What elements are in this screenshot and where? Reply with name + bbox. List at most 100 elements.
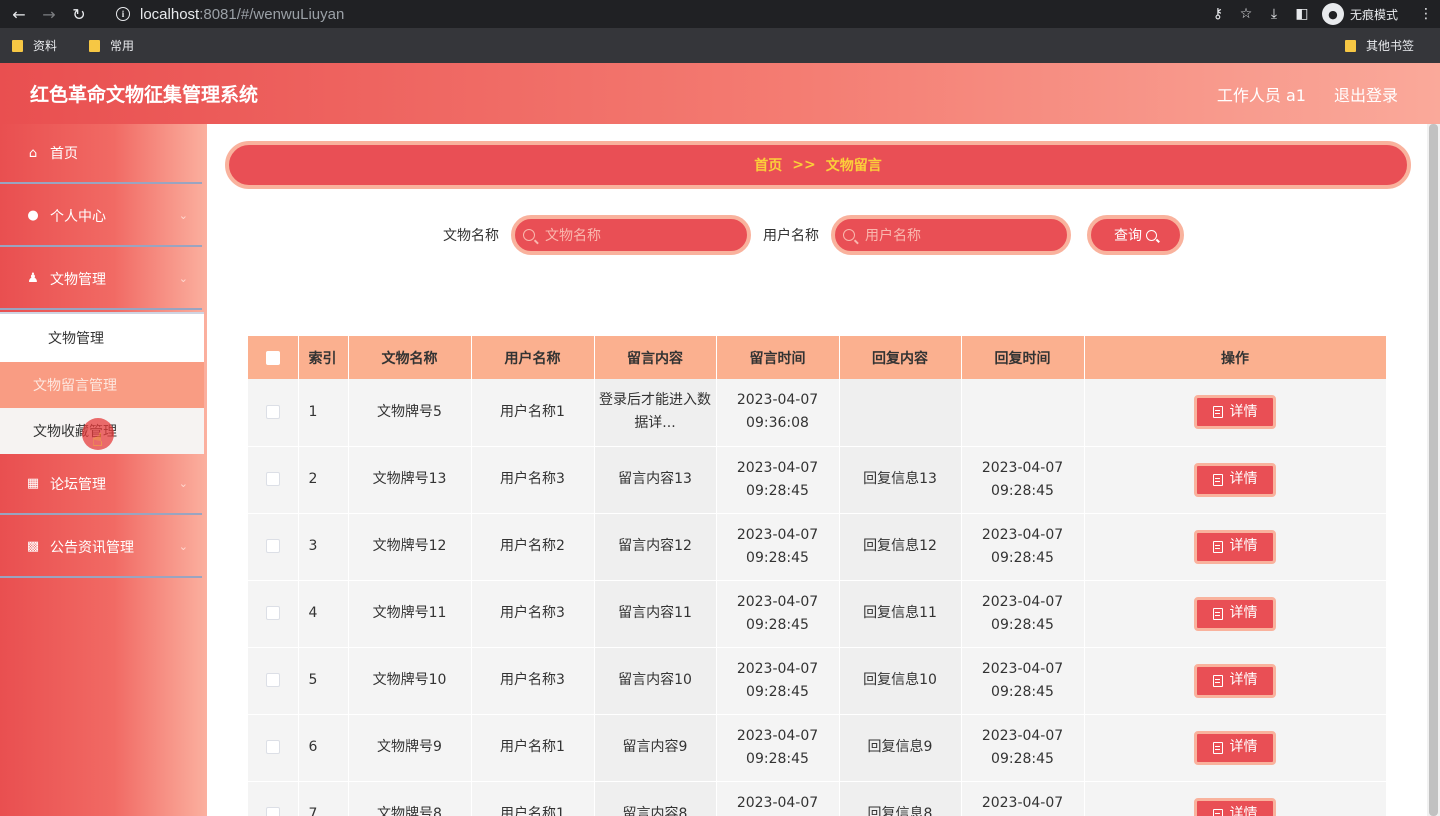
actions-cell: 详情	[1084, 513, 1387, 581]
breadcrumb-current: 文物留言	[825, 158, 882, 174]
search-icon	[523, 229, 535, 241]
browser-toolbar: ← → ↻ i localhost:8081/#/wenwuLiuyan ⚷ ☆…	[0, 0, 1440, 28]
back-icon[interactable]: ←	[8, 3, 30, 25]
relic-name-input[interactable]: 文物名称	[511, 215, 751, 255]
row-checkbox[interactable]	[265, 539, 280, 553]
row-checkbox[interactable]	[265, 472, 280, 486]
sidebar-item-home[interactable]: ⌂ 首页	[0, 124, 202, 184]
cell-reply-time	[961, 379, 1085, 447]
sidebar-item-personal[interactable]: ● 个人中心 ⌄	[0, 186, 202, 247]
detail-button[interactable]: 详情	[1194, 730, 1276, 765]
row-checkbox[interactable]	[265, 740, 280, 754]
row-checkbox[interactable]	[265, 807, 280, 816]
select-all-checkbox[interactable]	[265, 350, 280, 365]
user-icon: ●	[27, 208, 39, 223]
hand-cursor-icon: ☝	[92, 430, 103, 451]
row-checkbox[interactable]	[265, 673, 280, 687]
cell-index: 5	[298, 647, 349, 715]
row-checkbox[interactable]	[265, 606, 280, 620]
column-header: 留言内容	[594, 336, 717, 379]
cell-reply-time: 2023-04-07 09:28:45	[961, 781, 1085, 816]
cell-user-name: 用户名称1	[471, 379, 595, 447]
cell-relic-name: 文物牌号10	[348, 647, 472, 715]
document-icon	[1212, 607, 1223, 620]
row-checkbox[interactable]	[265, 404, 280, 419]
table-row: 1 文物牌号5 用户名称1 登录后才能进入数据详... 2023-04-07 09:36…	[248, 379, 1387, 447]
bookmark-folder[interactable]: 资料	[12, 37, 57, 54]
actions-cell: 详情	[1084, 714, 1387, 782]
table-header: 索引 文物名称 用户名称 留言内容 留言时间 回复内容 回复时间 操作	[248, 336, 1387, 379]
table-row: 7文物牌号8用户名称1留言内容82023-04-07 09:28:45回复信息8…	[248, 781, 1387, 816]
detail-button[interactable]: 详情	[1194, 797, 1276, 816]
other-bookmarks[interactable]: 其他书签	[1344, 37, 1414, 54]
user-name-input[interactable]: 用户名称	[831, 215, 1071, 255]
menu-dots-icon[interactable]: ⋮	[1412, 0, 1440, 28]
logout-link[interactable]: 退出登录	[1334, 82, 1398, 106]
document-icon	[1212, 808, 1223, 816]
cell-reply-time: 2023-04-07 09:28:45	[961, 714, 1085, 782]
incognito-label: 无痕模式	[1349, 7, 1398, 22]
forward-icon[interactable]: →	[38, 3, 60, 25]
cell-relic-name: 文物牌号11	[348, 580, 472, 648]
bookmark-folder[interactable]: 常用	[89, 37, 134, 54]
submenu-item-favorites[interactable]: 文物收藏管理 ☝	[0, 408, 204, 454]
detail-button[interactable]: 详情	[1194, 663, 1276, 698]
actions-cell: 详情	[1084, 647, 1387, 715]
key-icon[interactable]: ⚷	[1204, 0, 1232, 28]
document-icon	[1212, 674, 1223, 687]
bookmarks-bar: 资料 常用 其他书签	[0, 28, 1440, 63]
detail-button[interactable]: 详情	[1194, 395, 1276, 430]
select-cell	[248, 647, 299, 715]
sidebar-item-relics[interactable]: ♟ 文物管理 ⌄	[0, 249, 202, 310]
detail-button[interactable]: 详情	[1194, 529, 1276, 564]
cell-user-name: 用户名称1	[471, 714, 595, 782]
cell-message-content: 登录后才能进入数据详...	[594, 379, 717, 447]
table-row: 4 文物牌号11 用户名称3 留言内容11 2023-04-07 09:28:45 回复信…	[248, 580, 1387, 648]
column-header: 回复时间	[961, 336, 1085, 379]
info-icon[interactable]: i	[116, 7, 130, 21]
cell-message-content: 留言内容11	[594, 580, 717, 648]
sidepanel-icon[interactable]: ◧	[1288, 0, 1316, 28]
search-icon	[843, 229, 855, 241]
actions-cell: 详情	[1084, 580, 1387, 648]
document-icon	[1212, 540, 1223, 553]
cell-reply-time: 2023-04-07 09:28:45	[961, 513, 1085, 581]
messages-table: 索引 文物名称 用户名称 留言内容 留言时间 回复内容 回复时间 操作 1 文物牌…	[248, 336, 1387, 816]
sidebar-item-news[interactable]: ▩ 公告资讯管理 ⌄	[0, 517, 202, 578]
cell-relic-name: 文物牌号5	[348, 379, 472, 447]
download-icon[interactable]: ⤓	[1260, 0, 1288, 28]
reload-icon[interactable]: ↻	[68, 3, 90, 25]
submenu-item-relics[interactable]: 文物管理	[0, 312, 204, 362]
detail-button[interactable]: 详情	[1194, 596, 1276, 631]
cell-relic-name: 文物牌号9	[348, 714, 472, 782]
address-bar[interactable]: i localhost:8081/#/wenwuLiuyan	[104, 2, 1238, 26]
cell-user-name: 用户名称3	[471, 580, 595, 648]
breadcrumb-home[interactable]: 首页	[754, 155, 782, 175]
star-icon[interactable]: ☆	[1232, 0, 1260, 28]
query-button[interactable]: 查询	[1087, 215, 1184, 255]
scrollbar-thumb[interactable]	[1429, 124, 1438, 816]
cell-reply-time: 2023-04-07 09:28:45	[961, 446, 1085, 514]
document-icon	[1212, 741, 1223, 754]
user-name-label: 用户名称	[763, 228, 819, 244]
sidebar-item-forum[interactable]: ▦ 论坛管理 ⌄	[0, 454, 202, 515]
cell-index: 4	[298, 580, 349, 648]
sidebar-item-label: 文物管理	[50, 271, 106, 288]
relic-name-label: 文物名称	[443, 228, 499, 244]
select-cell	[248, 379, 299, 447]
incognito-indicator[interactable]: ● 无痕模式	[1321, 3, 1398, 25]
app-header: 红色革命文物征集管理系统 工作人员 a1 退出登录	[0, 63, 1440, 124]
chevron-down-icon: ⌄	[178, 477, 188, 490]
select-cell	[248, 513, 299, 581]
cell-relic-name: 文物牌号13	[348, 446, 472, 514]
column-header: 用户名称	[471, 336, 595, 379]
table-row: 5 文物牌号10 用户名称3 留言内容10 2023-04-07 09:28:45 回复信…	[248, 647, 1387, 715]
cell-reply-content	[839, 379, 962, 447]
cell-index: 2	[298, 446, 349, 514]
sidebar-item-label: 公告资讯管理	[50, 539, 134, 556]
column-header: 操作	[1084, 336, 1387, 379]
select-cell	[248, 714, 299, 782]
current-user: 工作人员 a1	[1216, 85, 1306, 105]
detail-button[interactable]: 详情	[1194, 462, 1276, 497]
submenu-item-messages[interactable]: 文物留言管理	[0, 362, 204, 408]
